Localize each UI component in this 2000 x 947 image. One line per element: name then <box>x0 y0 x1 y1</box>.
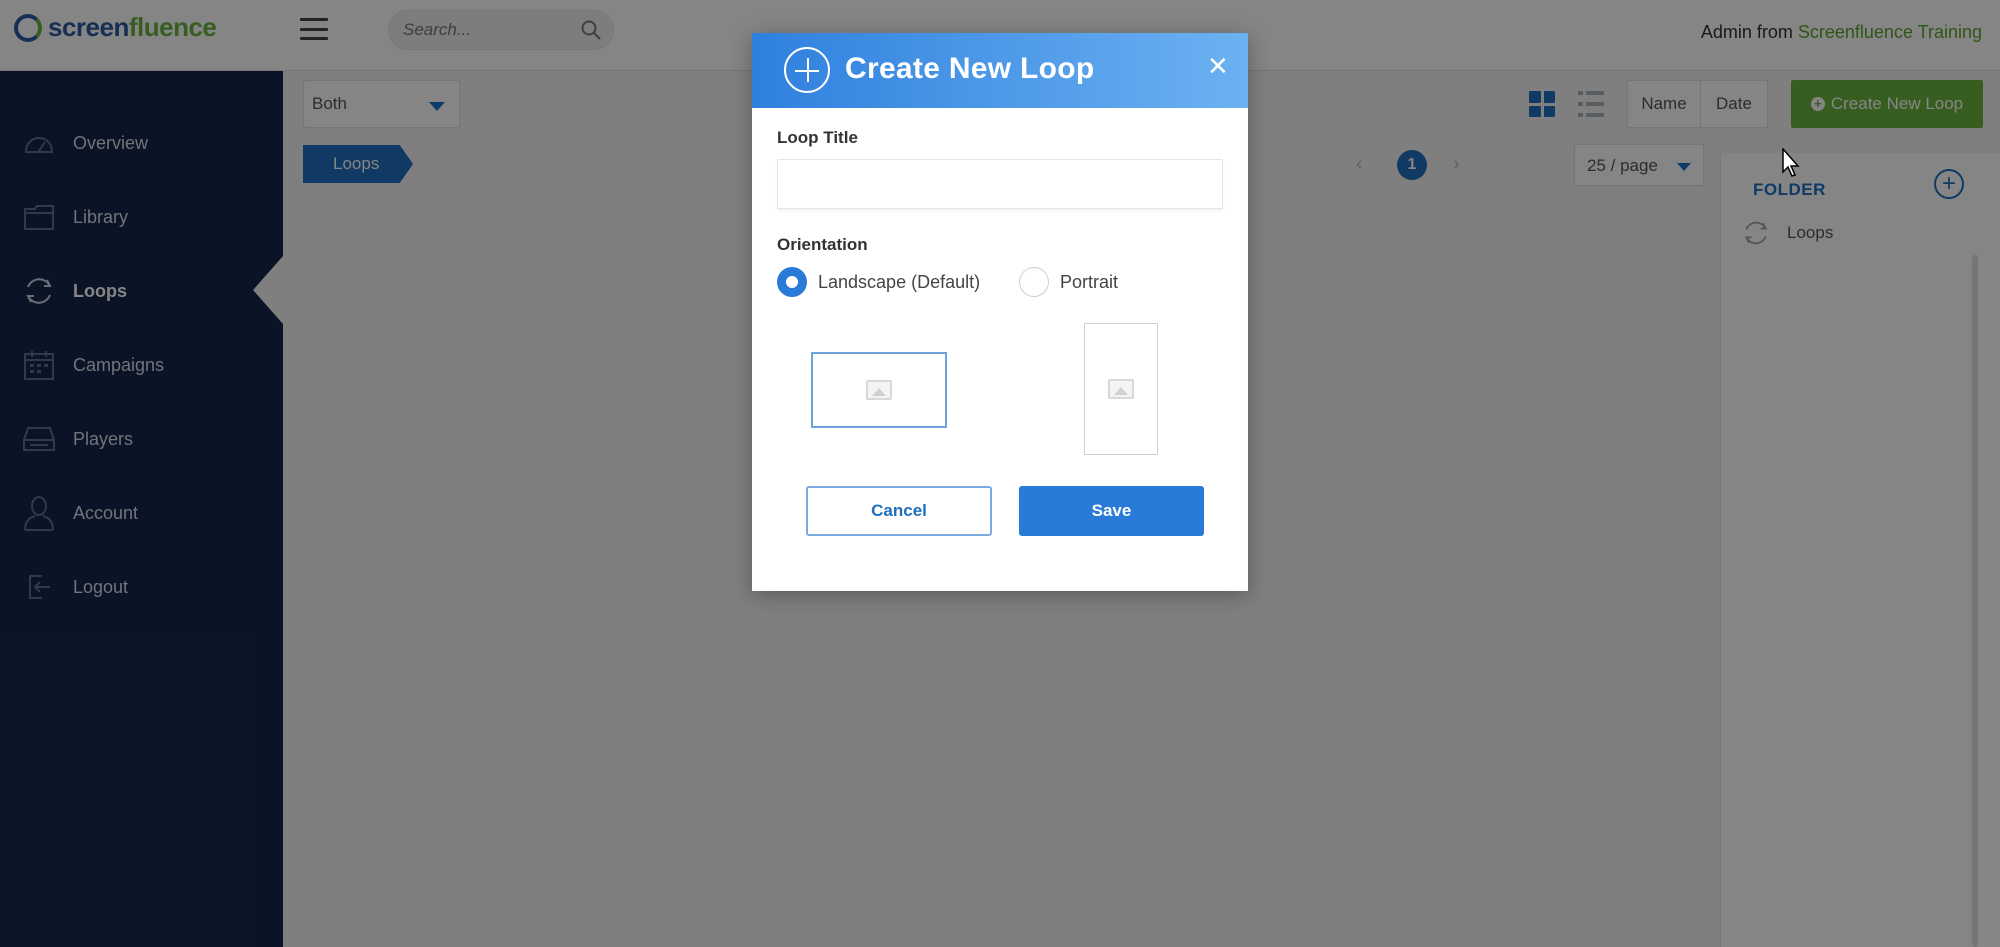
dialog-title: Create New Loop <box>845 52 1095 85</box>
cancel-button[interactable]: Cancel <box>806 486 992 536</box>
portrait-radio[interactable]: Portrait <box>1019 267 1118 297</box>
plus-circle-icon <box>784 47 830 93</box>
landscape-radio[interactable]: Landscape (Default) <box>777 267 980 297</box>
image-placeholder-icon <box>866 380 892 400</box>
portrait-preview[interactable] <box>1084 323 1158 455</box>
save-button[interactable]: Save <box>1019 486 1204 536</box>
landscape-preview[interactable] <box>811 352 947 428</box>
loop-title-label: Loop Title <box>777 128 858 147</box>
loop-title-input[interactable] <box>777 159 1223 209</box>
portrait-radio-label: Portrait <box>1060 271 1119 292</box>
close-icon[interactable]: ✕ <box>1207 53 1229 79</box>
image-placeholder-icon <box>1108 379 1134 399</box>
create-loop-dialog: Create New Loop ✕ Loop Title Orientation… <box>752 33 1248 591</box>
mouse-cursor-icon <box>1782 148 1800 177</box>
radio-unselected-icon <box>1019 267 1049 297</box>
dialog-header: Create New Loop ✕ <box>752 33 1248 108</box>
landscape-radio-label: Landscape (Default) <box>818 271 981 292</box>
radio-selected-icon <box>777 267 807 297</box>
orientation-label: Orientation <box>777 235 868 254</box>
